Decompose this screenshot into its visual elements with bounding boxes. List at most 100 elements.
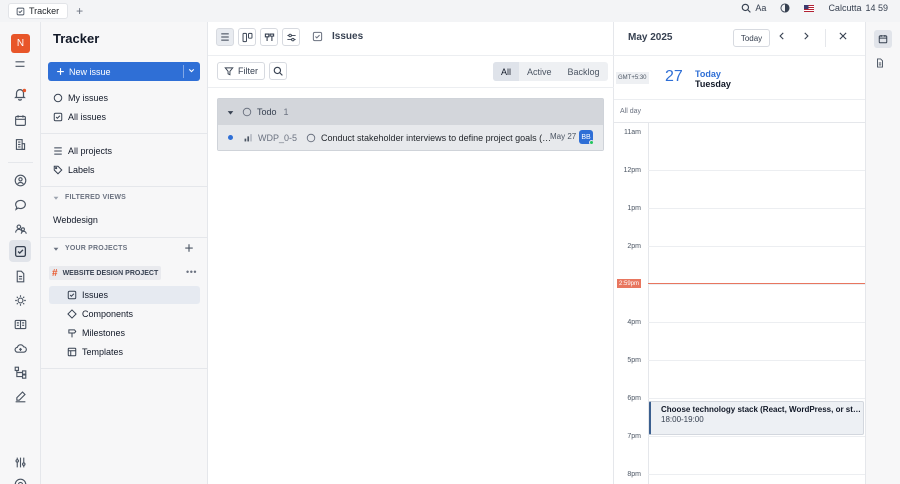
timeline-view-button[interactable]: [260, 28, 278, 46]
your-projects-heading[interactable]: YOUR PROJECTS: [53, 245, 128, 252]
view-toolbar: [216, 28, 300, 46]
hour-line: [648, 208, 865, 209]
new-tab-plus-icon[interactable]: +: [76, 4, 83, 18]
tracker-sidebar: Tracker New issue My issues All issues A…: [41, 22, 208, 484]
close-icon[interactable]: [838, 31, 848, 41]
checkbox-icon: [312, 31, 323, 42]
issue-status-icon[interactable]: [306, 133, 316, 143]
book-icon[interactable]: [12, 316, 28, 332]
signpost-icon: [67, 328, 77, 338]
font-size-toggle[interactable]: Aa: [755, 3, 766, 13]
page-title-label: Issues: [332, 31, 364, 42]
sun-icon[interactable]: [12, 292, 28, 308]
sidebar-item-labels[interactable]: Labels: [53, 162, 95, 178]
filtered-views-heading[interactable]: FILTERED VIEWS: [53, 194, 126, 201]
calendar-event[interactable]: Choose technology stack (React, WordPres…: [649, 401, 864, 435]
project-item-issues[interactable]: Issues: [49, 286, 200, 304]
segment-backlog[interactable]: Backlog: [560, 62, 608, 81]
due-date: May 27: [550, 132, 577, 141]
priority-bars-icon[interactable]: [244, 133, 253, 142]
group-count: 1: [283, 107, 289, 117]
app-tab-label: Tracker: [29, 6, 60, 16]
project-item-label: Milestones: [82, 328, 126, 338]
new-issue-button[interactable]: New issue: [48, 62, 200, 81]
calendar-icon[interactable]: [12, 112, 28, 128]
workflow-icon[interactable]: [12, 364, 28, 380]
help-icon[interactable]: [12, 476, 28, 484]
issue-group-todo: Todo 1 WDP_0-5 Conduct stakeholder inter…: [217, 98, 604, 151]
search-button[interactable]: [269, 62, 287, 80]
chevron-down-icon[interactable]: [187, 66, 196, 75]
hash-icon: #: [52, 267, 58, 279]
calendar-toggle-icon[interactable]: [874, 30, 892, 48]
project-item-templates[interactable]: Templates: [49, 343, 200, 361]
sidebar-item-all-projects[interactable]: All projects: [53, 143, 112, 159]
segment-all[interactable]: All: [493, 62, 520, 81]
hour-line: [648, 284, 865, 285]
add-project-plus-icon[interactable]: [184, 243, 194, 253]
sidebar-item-webdesign[interactable]: Webdesign: [53, 212, 98, 228]
checkbox-icon: [67, 290, 77, 300]
contrast-icon[interactable]: [780, 3, 790, 13]
list-icon: [53, 146, 63, 156]
hour-label: 5pm: [627, 357, 641, 364]
sidebar-divider: [41, 133, 208, 134]
notifications-bell-icon[interactable]: [12, 86, 28, 102]
template-icon: [67, 347, 77, 357]
chat-bubble-icon[interactable]: [12, 196, 28, 212]
header-divider: [825, 29, 826, 47]
hour-line: [648, 246, 865, 247]
list-view-button[interactable]: [216, 28, 234, 46]
rail-divider: [8, 162, 33, 163]
chevron-right-icon[interactable]: [801, 31, 811, 41]
filter-button[interactable]: Filter: [217, 62, 265, 80]
sidebar-item-my-issues[interactable]: My issues: [53, 90, 108, 106]
project-row[interactable]: # WEBSITE DESIGN PROJECT •••: [49, 265, 201, 281]
cloud-icon[interactable]: [12, 340, 28, 356]
sidebar-divider: [41, 186, 208, 187]
hour-line: [648, 360, 865, 361]
tag-icon: [53, 165, 63, 175]
caret-down-icon: [53, 195, 59, 201]
tracker-checkbox-icon[interactable]: [9, 240, 31, 262]
top-right-controls: Aa Calcutta 14 59: [741, 3, 888, 13]
project-item-components[interactable]: Components: [49, 305, 200, 323]
sliders-icon[interactable]: [12, 454, 28, 470]
caret-down-icon[interactable]: [227, 109, 234, 116]
project-item-milestones[interactable]: Milestones: [49, 324, 200, 342]
workspace-avatar[interactable]: N: [11, 34, 30, 53]
section-heading-label: YOUR PROJECTS: [65, 245, 128, 252]
today-button[interactable]: Today: [733, 29, 770, 47]
issues-panel: Issues Filter All Active Backlog Todo 1 …: [208, 22, 614, 484]
app-tab[interactable]: Tracker: [8, 3, 69, 19]
all-day-divider: [614, 122, 865, 123]
location-label: Calcutta: [828, 3, 862, 13]
group-header[interactable]: Todo 1: [218, 99, 603, 125]
team-icon[interactable]: [12, 220, 28, 236]
right-rail: [866, 22, 900, 484]
plus-icon: [56, 67, 65, 76]
document-icon[interactable]: [12, 268, 28, 284]
project-item-label: Issues: [82, 290, 109, 300]
office-building-icon[interactable]: [12, 136, 28, 152]
issue-title[interactable]: Conduct stakeholder interviews to define…: [321, 133, 551, 143]
kanban-view-button[interactable]: [238, 28, 256, 46]
caret-down-icon: [53, 246, 59, 252]
contacts-icon[interactable]: [12, 172, 28, 188]
more-options-icon[interactable]: •••: [186, 267, 197, 277]
header-divider: [208, 55, 614, 56]
us-flag-icon[interactable]: [804, 4, 815, 12]
view-options-button[interactable]: [282, 28, 300, 46]
search-icon[interactable]: [741, 3, 752, 13]
chevron-left-icon[interactable]: [777, 31, 787, 41]
table-row[interactable]: WDP_0-5 Conduct stakeholder interviews t…: [218, 125, 603, 150]
sidebar-item-all-issues[interactable]: All issues: [53, 109, 106, 125]
hour-label: 8pm: [627, 471, 641, 478]
hour-label: 4pm: [627, 319, 641, 326]
document-icon[interactable]: [875, 58, 885, 68]
edit-icon[interactable]: [12, 388, 28, 404]
segment-active[interactable]: Active: [519, 62, 560, 81]
project-chip[interactable]: # WEBSITE DESIGN PROJECT: [49, 266, 162, 280]
menu-icon[interactable]: [12, 56, 28, 72]
day-number: 27: [665, 68, 683, 85]
